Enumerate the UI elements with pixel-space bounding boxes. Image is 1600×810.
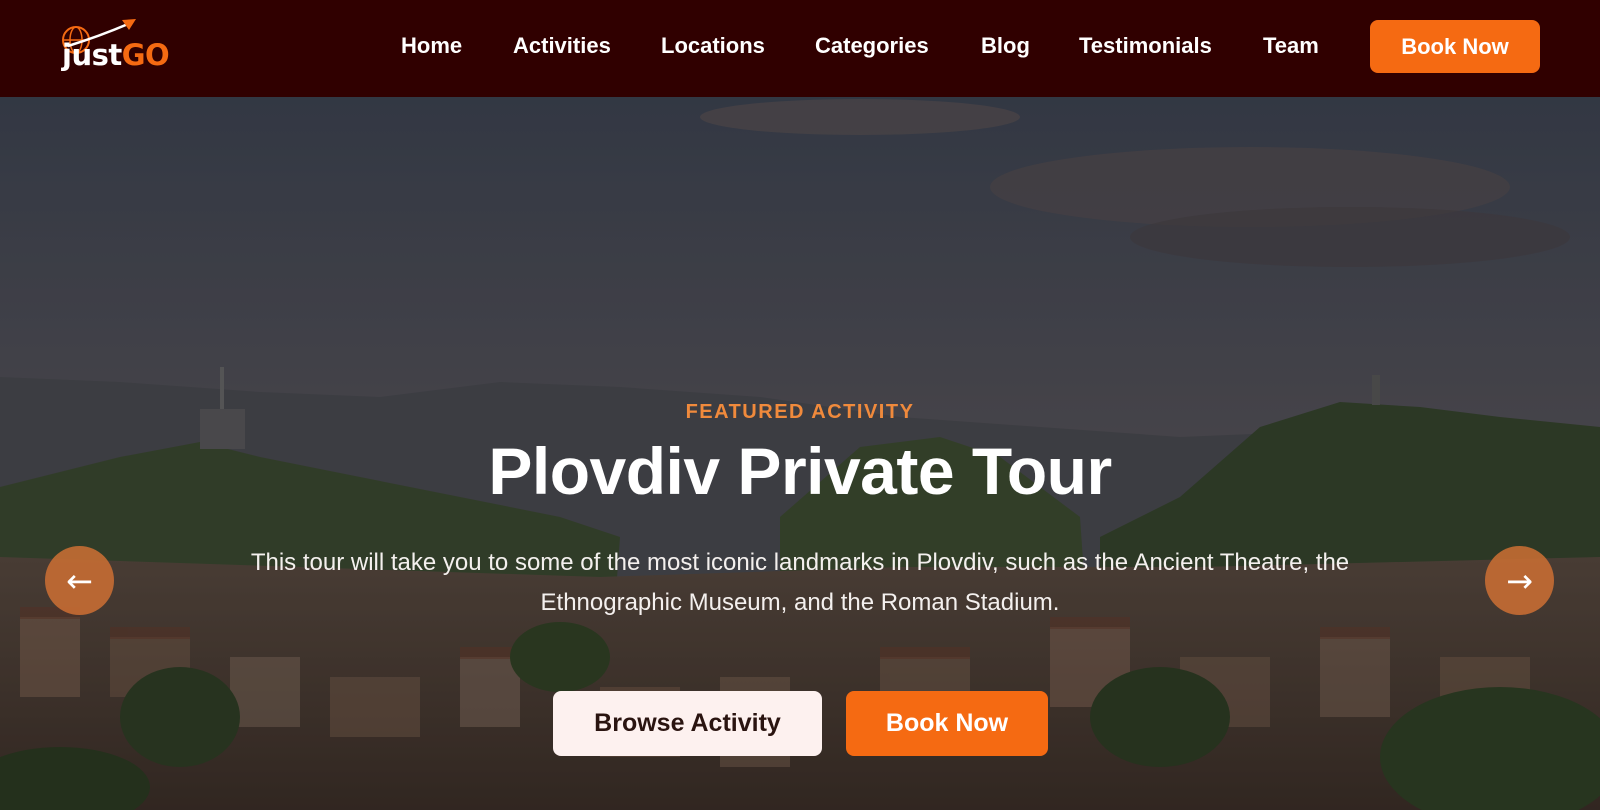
top-navbar: justGO Home Activities Locations Categor… [0, 0, 1600, 97]
arrow-right-icon: → [1506, 561, 1533, 600]
nav-link-categories[interactable]: Categories [815, 33, 929, 59]
nav-book-now-button[interactable]: Book Now [1370, 20, 1540, 73]
hero-book-now-button[interactable]: Book Now [846, 691, 1048, 756]
nav-link-locations[interactable]: Locations [661, 33, 765, 59]
browse-activity-button[interactable]: Browse Activity [553, 691, 822, 756]
arrow-left-icon: ← [66, 561, 93, 600]
slider-next-button[interactable]: → [1485, 546, 1554, 615]
slider-prev-button[interactable]: ← [45, 546, 114, 615]
nav-link-testimonials[interactable]: Testimonials [1079, 33, 1212, 59]
nav-link-home[interactable]: Home [401, 33, 462, 59]
nav-link-activities[interactable]: Activities [513, 33, 611, 59]
nav-link-blog[interactable]: Blog [981, 33, 1030, 59]
hero-description: This tour will take you to some of the m… [250, 549, 1350, 616]
nav-link-team[interactable]: Team [1263, 33, 1319, 59]
main-navigation: Home Activities Locations Categories Blo… [0, 0, 1600, 97]
hero-slider: FEATURED ACTIVITY Plovdiv Private Tour T… [0, 97, 1600, 810]
hero-title: Plovdiv Private Tour [488, 434, 1112, 508]
hero-eyebrow: FEATURED ACTIVITY [685, 401, 915, 423]
